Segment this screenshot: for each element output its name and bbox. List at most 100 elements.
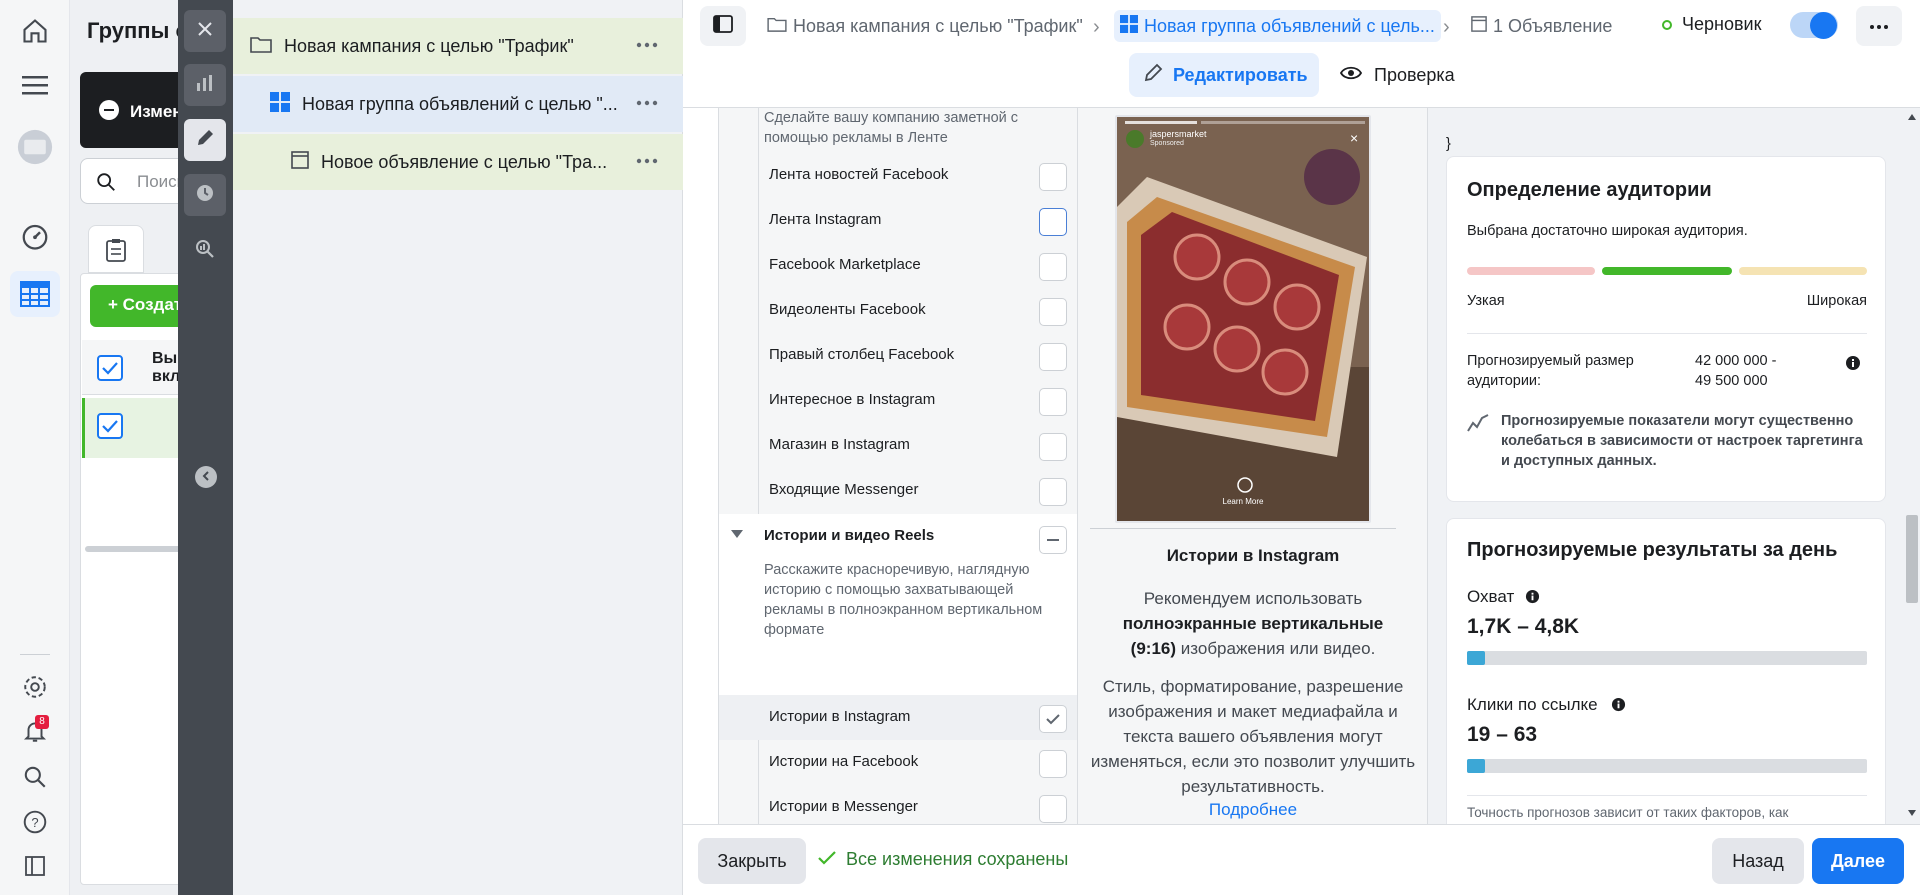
placement-item[interactable]: Истории в Instagram [719,695,1077,740]
close-editor-button[interactable] [184,10,226,52]
placement-item[interactable]: Правый столбец Facebook [719,333,1077,378]
publish-toggle[interactable] [1790,12,1838,39]
placement-label: Истории на Facebook [769,753,919,770]
placement-item[interactable]: Facebook Marketplace [719,243,1077,288]
tree-item-campaign[interactable]: Новая кампания с целью "Трафик" [233,18,683,74]
scroll-up-icon[interactable] [1908,114,1916,120]
placement-checkbox[interactable] [1039,163,1067,191]
history-button[interactable] [184,174,226,216]
ads-table-icon[interactable] [10,271,60,317]
placement-checkbox[interactable] [1039,253,1067,281]
placement-checkbox[interactable] [1039,298,1067,326]
home-icon[interactable] [17,13,53,49]
audience-card: Определение аудитории Выбрана достаточно… [1446,156,1886,502]
background-tab[interactable] [88,225,144,273]
placement-label: Лента новостей Facebook [769,166,949,183]
placement-checkbox[interactable] [1039,795,1067,823]
folder-icon [767,16,787,37]
menu-icon[interactable] [17,67,53,103]
placement-label: Видеоленты Facebook [769,301,926,318]
placement-checkbox[interactable] [1039,478,1067,506]
clipboard-icon [105,238,127,267]
sidebar-toggle-button[interactable] [700,6,746,46]
stories-partial-checkbox[interactable] [1039,526,1067,554]
breadcrumb-ad[interactable]: 1 Объявление [1471,10,1612,42]
info-icon[interactable] [1525,589,1540,609]
placement-item[interactable]: Интересное в Instagram [719,378,1077,423]
svg-text:?: ? [31,815,38,830]
info-icon[interactable] [1845,355,1861,376]
help-icon[interactable]: ? [17,804,53,840]
caret-down-icon[interactable] [731,530,743,538]
saved-status: Все изменения сохранены [818,849,1068,870]
tart-image: × [1117,117,1369,521]
more-icon[interactable] [635,151,659,171]
placement-checkbox[interactable] [1039,208,1067,236]
settings-icon[interactable] [17,669,53,705]
grid-icon [1120,14,1138,38]
dashboard-icon[interactable] [17,218,53,254]
pencil-icon [195,128,215,153]
review-button[interactable]: Проверка [1339,53,1455,97]
collapse-tree-button[interactable] [195,466,217,488]
placement-checkbox[interactable] [1039,388,1067,416]
right-panel: } Определение аудитории Выбрана достаточ… [1428,108,1908,838]
edit-mode-button[interactable] [184,119,226,161]
campaign-tree: Новая кампания с целью "Трафик" Новая гр… [233,0,683,895]
row-checkbox[interactable] [97,413,123,439]
placement-label: Истории в Instagram [769,708,911,725]
placement-item[interactable]: Истории на Facebook [719,740,1077,785]
right-scrollbar[interactable] [1904,108,1920,824]
nav-divider [20,654,50,655]
more-options-button[interactable] [1856,6,1902,46]
tree-item-ad[interactable]: Новое объявление с целью "Тра... [233,134,683,190]
close-icon [197,21,213,42]
placement-label: Правый столбец Facebook [769,346,955,363]
avatar[interactable] [17,129,53,165]
notifications-icon[interactable]: 8 [17,713,53,749]
tree-adset-label: Новая группа объявлений с целью "... [302,93,618,114]
stories-section-header[interactable]: Истории и видео Reels [719,514,1077,558]
inspect-button[interactable] [184,230,226,272]
search-icon[interactable] [17,759,53,795]
placement-checkbox[interactable] [1039,433,1067,461]
next-button[interactable]: Далее [1812,838,1904,884]
breadcrumb-adset[interactable]: Новая группа объявлений с цель... [1114,10,1441,42]
notification-badge: 8 [35,715,49,729]
header-checkbox[interactable] [97,355,123,381]
status-dot [1662,20,1672,30]
scroll-down-icon[interactable] [1908,810,1916,816]
placement-item[interactable]: Лента Instagram [719,198,1077,243]
close-button[interactable]: Закрыть [698,838,806,884]
scroll-thumb[interactable] [1906,515,1918,603]
more-icon[interactable] [635,35,659,55]
tree-item-adset[interactable]: Новая группа объявлений с целью "... [233,76,683,132]
placement-label: Интересное в Instagram [769,391,936,408]
info-icon[interactable] [1611,697,1626,717]
story-preview[interactable]: × jaspersmarket Sponsored Learn More [1115,115,1371,523]
edit-button[interactable]: Редактировать [1129,53,1319,97]
learn-more-link[interactable]: Подробнее [1078,800,1428,820]
size-value-1: 42 000 000 - [1695,353,1777,369]
more-icon[interactable] [635,93,659,113]
preview-recommendation: Рекомендуем использовать полноэкранные в… [1122,589,1384,658]
placement-item[interactable]: Магазин в Instagram [719,423,1077,468]
charts-button[interactable] [184,64,226,106]
back-button[interactable]: Назад [1712,838,1804,884]
placement-checkbox[interactable] [1039,750,1067,778]
eye-icon [1339,65,1363,86]
placement-item[interactable]: Входящие Messenger [719,468,1077,513]
placement-item[interactable]: Видеоленты Facebook [719,288,1077,333]
grid-icon [270,91,290,117]
sidebar-collapse-icon[interactable] [17,848,53,884]
placement-item[interactable]: Лента новостей Facebook [719,153,1077,198]
placement-checkbox[interactable] [1039,705,1067,733]
background-create-button[interactable]: + Создать [90,285,193,327]
global-nav: 8 ? [0,0,70,895]
placement-item[interactable]: Истории в Messenger [719,785,1077,824]
breadcrumb-campaign[interactable]: Новая кампания с целью "Трафик" [767,10,1083,42]
placement-label: Лента Instagram [769,211,882,228]
placement-checkbox[interactable] [1039,343,1067,371]
placements-list: Сделайте вашу компанию заметной с помощь… [718,108,1078,824]
svg-text:×: × [1350,130,1358,146]
